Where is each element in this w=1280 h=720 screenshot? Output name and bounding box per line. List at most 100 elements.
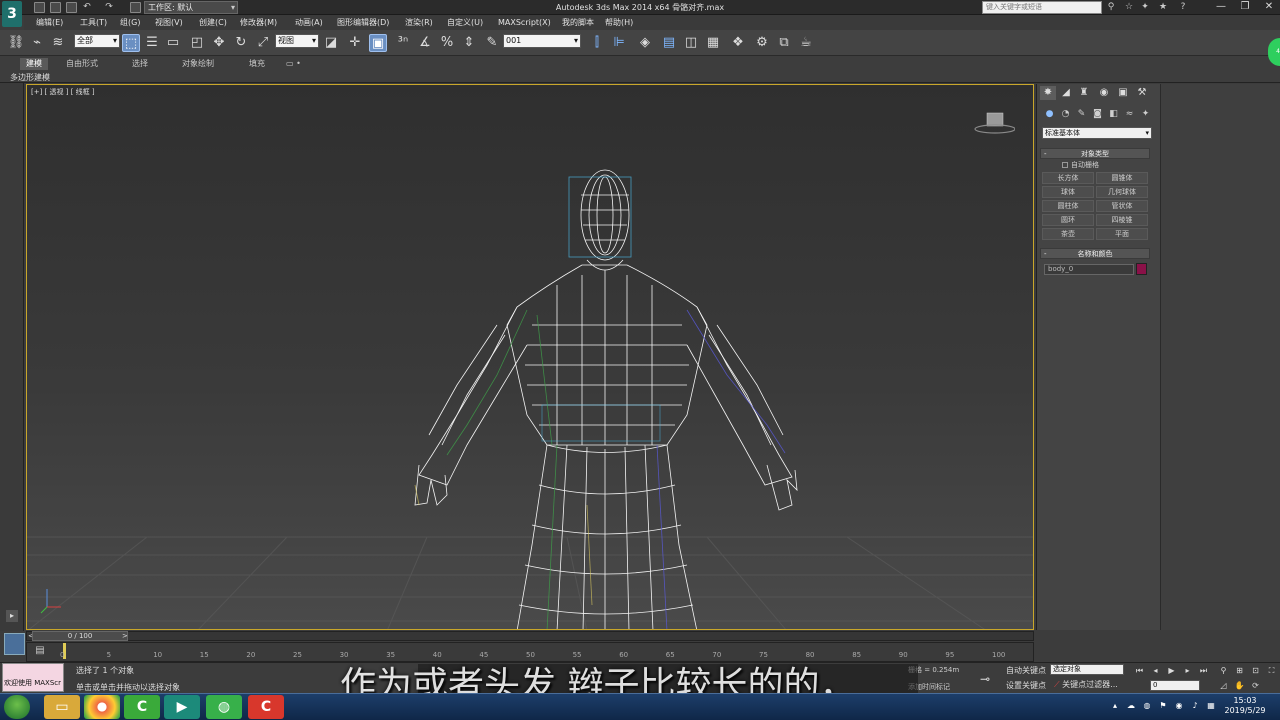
sphere-button[interactable]: 球体 xyxy=(1042,186,1094,198)
tray-cloud-icon[interactable]: ☁ xyxy=(1126,701,1136,711)
angle-snap-icon[interactable]: ∡ xyxy=(416,34,434,52)
time-slider[interactable] xyxy=(26,631,1034,641)
plane-button[interactable]: 平面 xyxy=(1096,228,1148,240)
prev-frame-icon[interactable]: ◂ xyxy=(1150,665,1161,676)
menu-customize[interactable]: 自定义(U) xyxy=(447,15,483,30)
set-key-label[interactable]: 设置关键点 xyxy=(1006,680,1046,691)
viewcube-icon[interactable] xyxy=(973,109,1015,135)
wechat-icon[interactable]: ◍ xyxy=(206,695,242,719)
menu-my-scripts[interactable]: 我的脚本 xyxy=(562,15,594,30)
select-by-name-icon[interactable]: ☰ xyxy=(143,34,161,52)
key-mode-dropdown[interactable]: 选定对象 xyxy=(1050,664,1124,675)
tray-arrow-icon[interactable]: ▴ xyxy=(1110,701,1120,711)
tray-clock[interactable]: 15:03 2019/5/29 xyxy=(1220,696,1270,716)
percent-snap-icon[interactable]: % xyxy=(438,34,456,52)
key-filters-button[interactable]: ⟋ 关键点过滤器... xyxy=(1054,679,1118,690)
time-next-icon[interactable]: > xyxy=(122,632,128,640)
menu-edit[interactable]: 编辑(E) xyxy=(36,15,63,30)
layer-manager-icon[interactable]: ◈ xyxy=(636,34,654,52)
key-icon[interactable]: ⊸ xyxy=(980,672,990,686)
render-production-icon[interactable]: ☕ xyxy=(797,34,815,52)
edit-named-selection-icon[interactable]: ✎ xyxy=(483,34,501,52)
name-color-rollout[interactable]: - 名称和颜色 xyxy=(1040,248,1150,259)
spacewarps-icon[interactable]: ≈ xyxy=(1123,108,1136,120)
exchange-icon[interactable]: ✦ xyxy=(1140,2,1150,12)
file-explorer-icon[interactable]: ▭ xyxy=(44,695,80,719)
minimize-button[interactable]: — xyxy=(1210,0,1232,14)
play-icon[interactable]: ▶ xyxy=(1166,665,1177,676)
rendered-frame-icon[interactable]: ⧉ xyxy=(775,34,793,52)
app-logo-icon[interactable]: 3 xyxy=(2,1,22,27)
cone-button[interactable]: 圆锥体 xyxy=(1096,172,1148,184)
render-setup-icon[interactable]: ⚙ xyxy=(753,34,771,52)
menu-create[interactable]: 创建(C) xyxy=(199,15,227,30)
align-icon[interactable]: ⊫ xyxy=(610,34,628,52)
close-button[interactable]: ✕ xyxy=(1258,0,1280,14)
geometry-icon[interactable]: ● xyxy=(1043,108,1056,120)
keyboard-shortcut-override-icon[interactable]: ▣ xyxy=(369,34,387,52)
search-input[interactable]: 键入关键字或短语 xyxy=(982,1,1102,14)
link-icon[interactable]: ⛓ xyxy=(7,34,25,52)
named-selection-dropdown[interactable]: 001 ▾ xyxy=(503,34,581,48)
zoom-icon[interactable]: ⚲ xyxy=(1218,665,1229,676)
teapot-button[interactable]: 茶壶 xyxy=(1042,228,1094,240)
geometry-type-dropdown[interactable]: 标准基本体 ▾ xyxy=(1042,127,1152,139)
select-object-icon[interactable]: ⬚ xyxy=(122,34,140,52)
auto-key-label[interactable]: 自动关键点 xyxy=(1006,665,1046,676)
move-icon[interactable]: ✥ xyxy=(210,34,228,52)
hierarchy-tab-icon[interactable]: ♜ xyxy=(1076,86,1092,100)
cylinder-button[interactable]: 圆柱体 xyxy=(1042,200,1094,212)
spinner-snap-icon[interactable]: ⇕ xyxy=(460,34,478,52)
object-type-rollout[interactable]: - 对象类型 xyxy=(1040,148,1150,159)
window-crossing-icon[interactable]: ◰ xyxy=(188,34,206,52)
ribbon-options-icon[interactable]: ▭ • xyxy=(280,58,307,70)
cameras-icon[interactable]: ◙ xyxy=(1091,108,1104,120)
menu-tools[interactable]: 工具(T) xyxy=(80,15,107,30)
restore-button[interactable]: ❐ xyxy=(1234,0,1256,14)
star-icon[interactable]: ☆ xyxy=(1124,2,1134,12)
mirror-icon[interactable]: ⫿ xyxy=(588,34,606,52)
ribbon-tab-selection[interactable]: 选择 xyxy=(126,58,154,70)
systems-icon[interactable]: ✦ xyxy=(1139,108,1152,120)
zoom-all-icon[interactable]: ⊞ xyxy=(1234,665,1245,676)
field-of-view-icon[interactable]: ◿ xyxy=(1218,680,1229,691)
start-button-icon[interactable] xyxy=(4,695,30,719)
menu-modifiers[interactable]: 修改器(M) xyxy=(240,15,277,30)
binoculars-icon[interactable]: ⚲ xyxy=(1106,2,1116,12)
menu-rendering[interactable]: 渲染(R) xyxy=(405,15,433,30)
box-button[interactable]: 长方体 xyxy=(1042,172,1094,184)
menu-group[interactable]: 组(G) xyxy=(120,15,140,30)
ribbon-tab-modeling[interactable]: 建模 xyxy=(20,58,48,70)
pivot-center-icon[interactable]: ◪ xyxy=(322,34,340,52)
ribbon-tab-populate[interactable]: 填充 xyxy=(243,58,271,70)
curve-editor-icon[interactable]: ◫ xyxy=(682,34,700,52)
shapes-icon[interactable]: ◔ xyxy=(1059,108,1072,120)
zoom-extents-icon[interactable]: ⊡ xyxy=(1250,665,1261,676)
unlink-icon[interactable]: ⌁ xyxy=(28,34,46,52)
ribbon-tab-object-paint[interactable]: 对象绘制 xyxy=(176,58,220,70)
tube-button[interactable]: 管状体 xyxy=(1096,200,1148,212)
snaps-toggle-icon[interactable]: ³ⁿ xyxy=(394,34,412,52)
scale-icon[interactable]: ⤢ xyxy=(254,34,272,52)
viewport-label[interactable]: [+] [ 透视 ] [ 线框 ] xyxy=(31,87,95,97)
rotate-icon[interactable]: ↻ xyxy=(232,34,250,52)
3dsmax-taskbar-icon[interactable]: ▶ xyxy=(164,695,200,719)
camtasia-icon[interactable]: C xyxy=(124,695,160,719)
menu-maxscript[interactable]: MAXScript(X) xyxy=(498,15,551,30)
schematic-view-icon[interactable]: ▦ xyxy=(704,34,722,52)
tray-flag-icon[interactable]: ⚑ xyxy=(1158,701,1168,711)
torus-button[interactable]: 圆环 xyxy=(1042,214,1094,226)
trackbar-filter-icon[interactable]: ▤ xyxy=(32,645,48,659)
motion-tab-icon[interactable]: ◉ xyxy=(1096,86,1112,100)
modify-tab-icon[interactable]: ◢ xyxy=(1058,86,1074,100)
goto-start-icon[interactable]: ⏮ xyxy=(1134,665,1145,676)
lights-icon[interactable]: ✎ xyxy=(1075,108,1088,120)
menu-animation[interactable]: 动画(A) xyxy=(295,15,323,30)
time-slider-thumb[interactable]: 0 / 100 xyxy=(32,631,128,641)
bind-spacewarp-icon[interactable]: ≋ xyxy=(49,34,67,52)
chrome-icon[interactable] xyxy=(84,695,120,719)
create-tab-icon[interactable]: ✸ xyxy=(1040,86,1056,100)
goto-end-icon[interactable]: ⏭ xyxy=(1198,665,1209,676)
tray-network-icon[interactable]: ▦ xyxy=(1206,701,1216,711)
graphite-toggle-icon[interactable]: ▤ xyxy=(660,34,678,52)
